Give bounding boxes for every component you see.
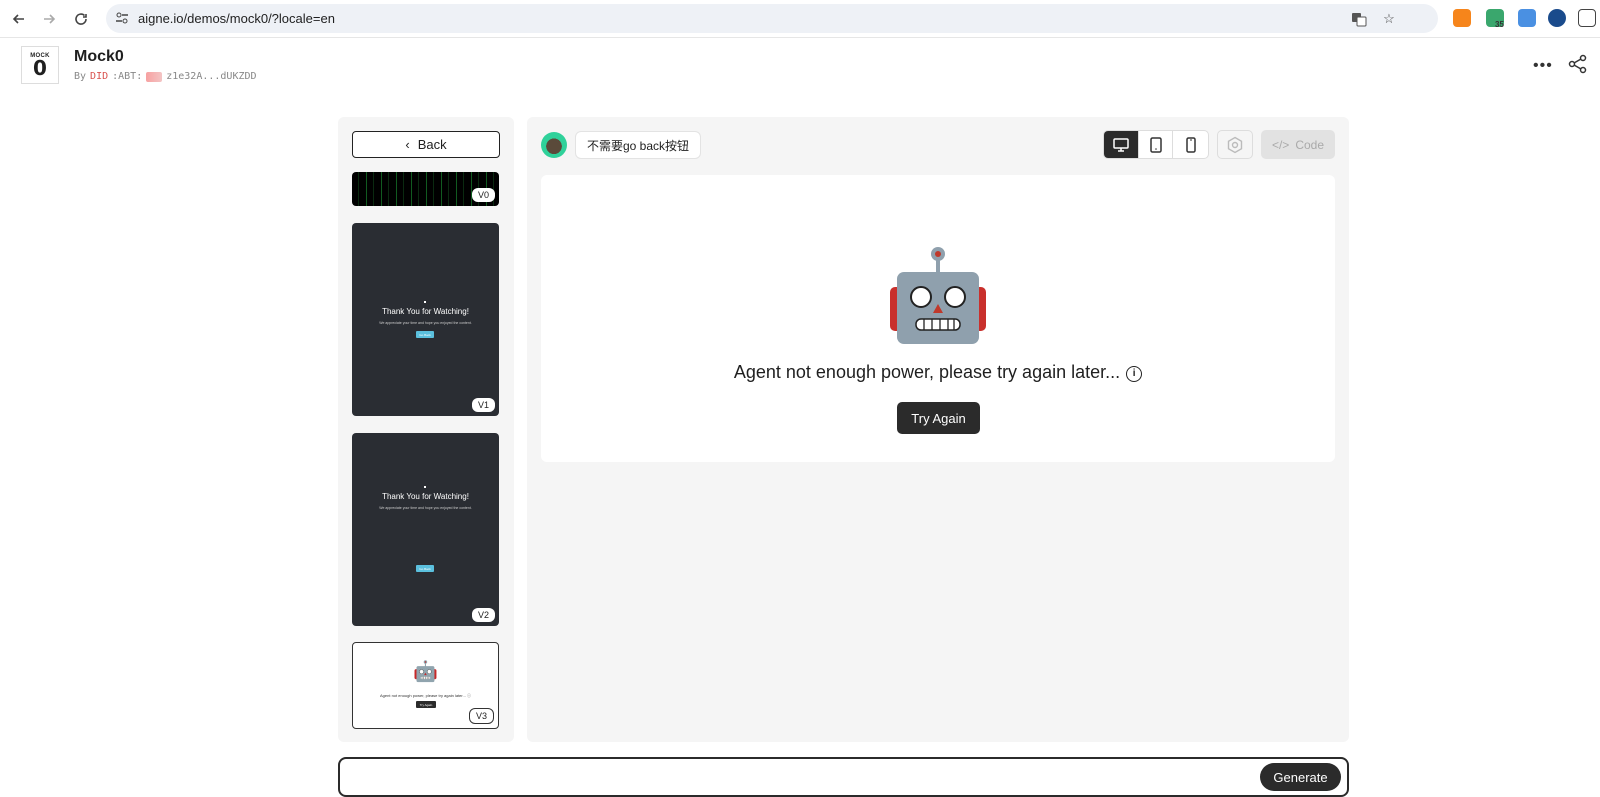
extension-check-icon[interactable]: [1548, 9, 1566, 27]
did-label: DID: [90, 71, 109, 82]
version-thumbnail-v2[interactable]: Thank You for Watching! We appreciate yo…: [352, 433, 499, 626]
more-options-icon[interactable]: •••: [1533, 57, 1553, 75]
site-settings-icon[interactable]: [114, 10, 130, 26]
metamask-extension-icon[interactable]: [1453, 9, 1471, 27]
url-text: aigne.io/demos/mock0/?locale=en: [138, 11, 335, 26]
thumb-dot: [424, 301, 426, 303]
robot-icon: [890, 247, 986, 344]
try-again-button[interactable]: Try Again: [897, 402, 980, 434]
app-logo: MOCK 0: [21, 46, 59, 84]
author-line: By DID:ABT: z1e32A...dUKZDD: [74, 71, 257, 82]
thumb-title: Thank You for Watching!: [382, 492, 469, 501]
preview-card: Agent not enough power, please try again…: [541, 175, 1335, 462]
prompt-bubble: 不需要go back按钮: [575, 131, 702, 159]
prompt-input[interactable]: Generate: [338, 757, 1349, 797]
preview-panel: 不需要go back按钮 </> Code Agent not enough p…: [527, 117, 1349, 742]
user-avatar: [541, 132, 567, 158]
version-badge: V0: [471, 188, 495, 202]
desktop-view-icon[interactable]: [1104, 131, 1139, 158]
back-arrow-icon[interactable]: [7, 7, 31, 31]
version-badge: V1: [471, 398, 495, 412]
reload-icon[interactable]: [69, 7, 93, 31]
author-address[interactable]: z1e32A...dUKZDD: [166, 71, 256, 82]
version-thumbnail-v0[interactable]: V0: [352, 172, 499, 206]
app-title: Mock0: [74, 48, 124, 65]
thumb-button: Go Back: [416, 565, 434, 572]
extension-icon[interactable]: [1518, 9, 1536, 27]
version-thumbnail-v1[interactable]: Thank You for Watching! We appreciate yo…: [352, 223, 499, 416]
author-avatar: [146, 71, 163, 82]
code-button[interactable]: </> Code: [1261, 130, 1335, 159]
error-message: Agent not enough power, please try again…: [541, 362, 1335, 383]
thumb-button: Try Again: [416, 701, 436, 708]
thumb-dot: [424, 486, 426, 488]
address-bar[interactable]: aigne.io/demos/mock0/?locale=en ☆: [106, 4, 1438, 33]
translate-icon[interactable]: [1350, 10, 1368, 28]
share-icon[interactable]: [1568, 54, 1588, 79]
app-header: MOCK 0 Mock0 By DID:ABT: z1e32A...dUKZDD…: [0, 39, 1600, 99]
info-icon[interactable]: i: [1126, 365, 1143, 382]
version-badge: V3: [468, 708, 494, 724]
bookmark-star-icon[interactable]: ☆: [1380, 10, 1398, 28]
version-badge: V2: [471, 608, 495, 622]
robot-icon: 🤖: [413, 661, 438, 683]
version-sidebar: ‹ Back V0 Thank You for Watching! We app…: [338, 117, 514, 742]
device-toggle-group: [1103, 130, 1209, 159]
thumb-button: Go Back: [416, 331, 434, 338]
back-button[interactable]: ‹ Back: [352, 131, 500, 158]
thumb-title: Thank You for Watching!: [382, 307, 469, 316]
code-brackets-icon: </>: [1271, 137, 1290, 152]
version-thumbnail-v3[interactable]: 🤖 Agent not enough power, please try aga…: [352, 642, 499, 729]
thumb-subtitle: We appreciate your time and hope you enj…: [379, 506, 472, 510]
extension-badge: 35: [1495, 20, 1504, 29]
mobile-view-icon[interactable]: [1173, 131, 1208, 158]
thumb-message: Agent not enough power, please try again…: [380, 693, 471, 698]
forward-arrow-icon[interactable]: [37, 7, 61, 31]
settings-icon[interactable]: [1217, 130, 1253, 159]
thumb-subtitle: We appreciate your time and hope you enj…: [379, 321, 472, 325]
browser-toolbar: aigne.io/demos/mock0/?locale=en ☆ 35: [0, 0, 1600, 38]
tablet-view-icon[interactable]: [1139, 131, 1174, 158]
extensions-puzzle-icon[interactable]: [1578, 9, 1596, 27]
chevron-left-icon: ‹: [405, 137, 410, 152]
